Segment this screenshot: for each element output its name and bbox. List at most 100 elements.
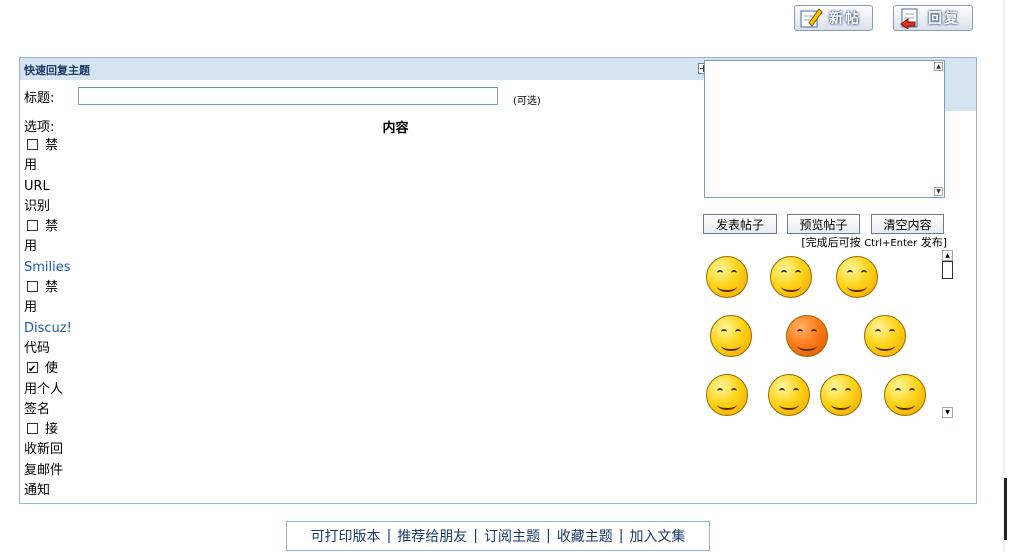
option-1-line: Smilies <box>24 258 72 278</box>
peace-smiley-icon[interactable] <box>702 372 750 418</box>
option-checkbox[interactable] <box>27 220 38 232</box>
option-checkbox[interactable] <box>27 423 38 435</box>
laugh-smiley-icon[interactable] <box>832 254 880 300</box>
content-title: 内容 <box>382 121 409 136</box>
smiley-mouth <box>717 399 737 410</box>
option-2-line: Discuz! <box>24 319 72 339</box>
option-3-line: 用个人 <box>24 380 72 400</box>
option-0-line: 用 <box>24 156 72 176</box>
smiley-face <box>706 374 748 416</box>
message-textarea[interactable]: ▲ ▼ <box>704 60 945 198</box>
option-label: Smilies <box>24 259 71 275</box>
option-0-line: 识别 <box>24 197 72 217</box>
scroll-down-icon[interactable]: ▼ <box>934 187 943 196</box>
option-label: 禁 <box>45 219 59 235</box>
smilies-scrollbar[interactable]: ▲ ▼ <box>942 250 953 420</box>
option-checkbox[interactable] <box>27 139 38 150</box>
smiley-eye <box>793 388 799 394</box>
smiley-eye <box>875 329 881 335</box>
option-label: URL <box>24 178 50 194</box>
footer-link[interactable]: 可打印版本 <box>311 526 381 546</box>
hint-keys: Ctrl+Enter <box>864 238 918 249</box>
smiley-eye <box>721 329 727 335</box>
smiley-eye <box>735 329 741 335</box>
option-label: 禁 <box>45 280 59 296</box>
option-1-first-line: 禁 <box>24 217 72 237</box>
smiley-face <box>836 256 878 298</box>
smiley-mouth <box>831 399 851 410</box>
smiley-eye <box>845 388 851 394</box>
option-0-first-line: 禁 <box>24 136 72 156</box>
option-label: 用 <box>24 158 38 174</box>
option-3-line: 签名 <box>24 400 72 420</box>
submit-hint: [完成后可按 Ctrl+Enter 发布] <box>700 234 947 250</box>
footer-link[interactable]: 收藏主题 <box>557 526 613 546</box>
option-label: 使 <box>45 361 59 377</box>
page-scrollbar-track <box>1003 0 1005 552</box>
smiley-mouth <box>895 399 915 410</box>
options-column: 选项: 禁用URL识别禁用Smilies禁用Discuz!代码使用个人签名接收新… <box>20 111 73 503</box>
options-title: 选项: <box>24 120 55 135</box>
smiley-mouth <box>721 340 741 351</box>
page-scrollbar-thumb[interactable] <box>1004 478 1007 540</box>
footer-link[interactable]: 加入文集 <box>629 526 685 546</box>
option-label: 识别 <box>24 198 51 214</box>
clear-content-button[interactable]: 清空内容 <box>871 214 944 234</box>
scroll-up-icon[interactable]: ▲ <box>934 62 943 71</box>
smiley-mouth <box>717 281 737 292</box>
smiley-eye <box>889 329 895 335</box>
link-separator: | <box>546 528 551 544</box>
smiley-eye <box>717 270 723 276</box>
smiley-eye <box>717 388 723 394</box>
scroll-up-icon[interactable]: ▲ <box>942 250 953 261</box>
option-1-line: 用 <box>24 237 72 257</box>
smiley-face <box>820 374 862 416</box>
option-label: Discuz! <box>24 320 72 336</box>
smiley-eye <box>895 388 901 394</box>
option-3-first-line: 使 <box>24 359 72 381</box>
thread-tools-bar: 可打印版本 | 推荐给朋友 | 订阅主题 | 收藏主题 | 加入文集 <box>286 521 710 551</box>
smiley-eye <box>795 270 801 276</box>
dizzy-smiley-icon[interactable] <box>880 372 928 418</box>
option-4-line: 复邮件 <box>24 461 72 481</box>
reply-label: 回复 <box>928 11 960 27</box>
drool-smiley-icon[interactable] <box>766 254 814 300</box>
smiley-mouth <box>797 340 817 351</box>
option-label: 用 <box>24 239 38 255</box>
scroll-down-icon[interactable]: ▼ <box>942 407 953 418</box>
smiley-face <box>770 256 812 298</box>
option-label: 用 <box>24 300 38 316</box>
optional-note: (可选) <box>513 96 541 107</box>
tongue-smiley-icon[interactable] <box>702 254 750 300</box>
option-label: 用个人 <box>24 381 64 397</box>
option-checkbox[interactable] <box>27 281 38 293</box>
link-separator: | <box>618 528 624 544</box>
angry-smiley-icon[interactable] <box>782 313 830 359</box>
smiley-eye <box>847 270 853 276</box>
option-checkbox[interactable] <box>27 360 38 381</box>
option-label: 禁 <box>45 138 59 153</box>
reply-button[interactable]: 回复 <box>893 5 973 31</box>
megaphone-smiley-icon[interactable] <box>706 313 754 359</box>
smiley-eye <box>811 329 817 335</box>
option-label: 签名 <box>24 401 51 417</box>
new-post-label: 新帖 <box>829 11 861 27</box>
sleepy-smiley-icon[interactable] <box>764 372 812 418</box>
smiley-eye <box>831 388 837 394</box>
option-4-line: 通知 <box>24 481 72 501</box>
footer-link[interactable]: 订阅主题 <box>484 526 540 546</box>
smiley-eye <box>861 270 867 276</box>
quick-reply-header: 快速回复主题 <box>20 58 718 80</box>
submit-post-button[interactable]: 发表帖子 <box>703 214 777 234</box>
smilies-grid <box>702 250 940 420</box>
preview-post-button[interactable]: 预览帖子 <box>787 214 860 234</box>
option-label: 代码 <box>24 340 51 356</box>
new-post-button[interactable]: 新帖 <box>794 5 873 31</box>
smiley-face <box>768 374 810 416</box>
scroll-thumb[interactable] <box>942 261 953 279</box>
footer-link[interactable]: 推荐给朋友 <box>397 526 467 546</box>
subject-input[interactable] <box>78 87 498 105</box>
option-2-line: 用 <box>24 298 72 318</box>
thinking-smiley-icon[interactable] <box>816 372 864 418</box>
shy-smiley-icon[interactable] <box>860 313 908 359</box>
